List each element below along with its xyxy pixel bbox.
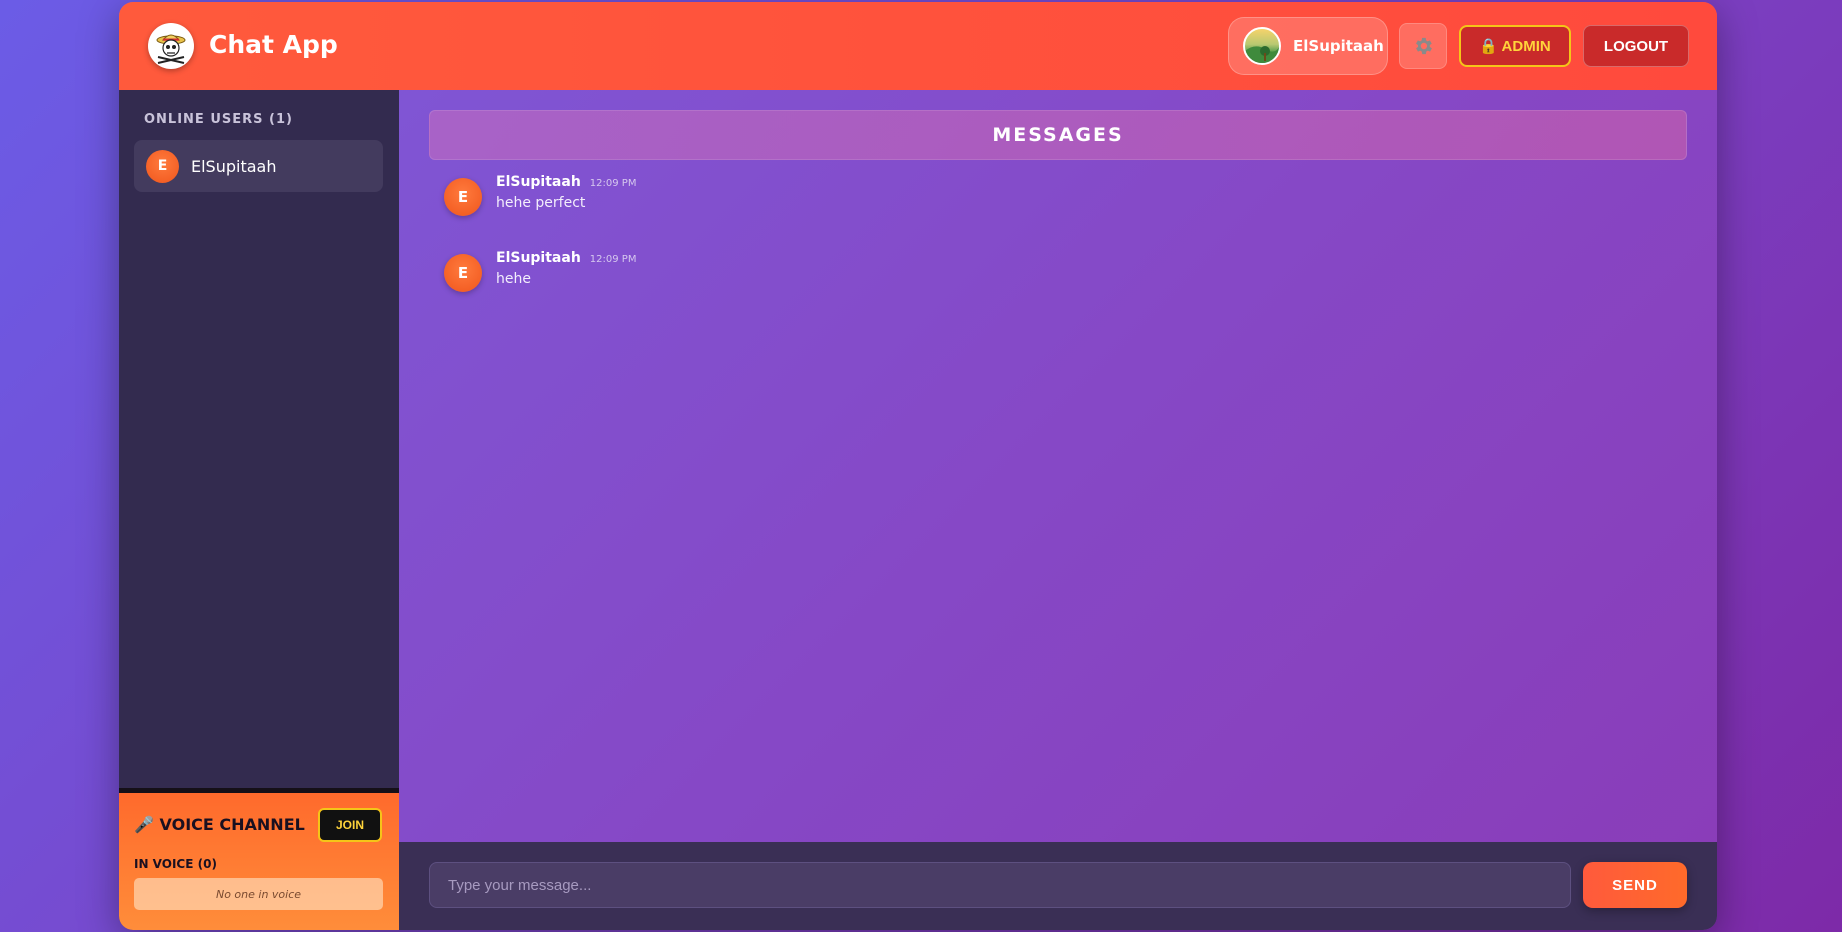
app-title: Chat App: [209, 30, 338, 59]
message-timestamp: 12:09 PM: [589, 178, 637, 189]
message-text: hehe perfect: [496, 195, 586, 211]
message-author: ElSupitaah: [496, 174, 581, 190]
logout-button[interactable]: LOGOUT: [1583, 25, 1689, 67]
voice-empty-state: No one in voice: [134, 878, 383, 910]
gear-icon: [1416, 37, 1432, 55]
messages-header: MESSAGES: [429, 110, 1687, 160]
avatar: E: [444, 178, 482, 216]
message-input[interactable]: [429, 862, 1571, 908]
current-user-pill[interactable]: ElSupitaah: [1228, 17, 1388, 75]
message-item: E ElSupitaah 12:09 PM hehe: [444, 250, 636, 292]
top-bar: Chat App ElSupitaah 🔒 ADMIN LOGOUT: [119, 2, 1717, 90]
voice-channel-panel: 🎤 VOICE CHANNEL JOIN IN VOICE (0) No one…: [119, 788, 399, 930]
in-voice-count: IN VOICE (0): [134, 857, 217, 871]
message-timestamp: 12:09 PM: [589, 254, 637, 265]
message-composer: SEND: [399, 842, 1717, 930]
app-window: Chat App ElSupitaah 🔒 ADMIN LOGOUT ONLIN…: [119, 2, 1717, 930]
join-voice-button[interactable]: JOIN: [318, 808, 382, 842]
user-avatar: [1243, 27, 1281, 65]
avatar: E: [444, 254, 482, 292]
sidebar: ONLINE USERS (1) E ElSupitaah 🎤 VOICE CH…: [119, 90, 399, 930]
online-user-item[interactable]: E ElSupitaah: [134, 140, 383, 192]
message-text: hehe: [496, 271, 531, 287]
message-author: ElSupitaah: [496, 250, 581, 266]
send-button[interactable]: SEND: [1583, 862, 1687, 908]
current-user-name: ElSupitaah: [1293, 37, 1384, 55]
online-users-heading: ONLINE USERS (1): [144, 112, 293, 127]
avatar: E: [146, 149, 179, 183]
settings-button[interactable]: [1399, 23, 1447, 69]
message-area: MESSAGES E ElSupitaah 12:09 PM hehe perf…: [399, 90, 1717, 842]
online-user-name: ElSupitaah: [191, 156, 277, 176]
message-item: E ElSupitaah 12:09 PM hehe perfect: [444, 174, 636, 216]
straw-hat-skull-icon: [148, 23, 194, 69]
admin-button[interactable]: 🔒 ADMIN: [1459, 25, 1571, 67]
voice-channel-title: 🎤 VOICE CHANNEL: [134, 815, 305, 834]
